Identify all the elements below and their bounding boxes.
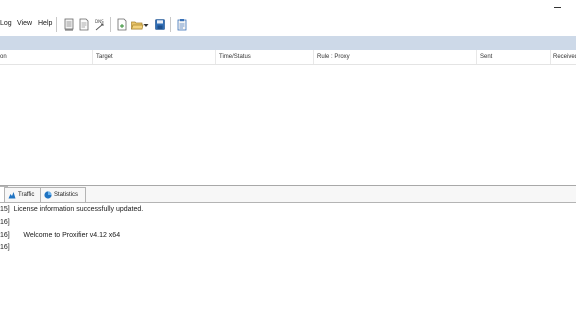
log-line: 15] License information successfully upd… — [0, 206, 144, 213]
svg-text:DNS: DNS — [95, 19, 104, 24]
toolbar-separator — [56, 17, 57, 32]
column-header-rule-proxy[interactable]: Rule : Proxy — [317, 53, 350, 61]
tab-traffic-label: Traffic — [18, 192, 35, 198]
open-dropdown-icon[interactable] — [142, 17, 150, 32]
column-divider[interactable] — [476, 50, 477, 64]
log-file-icon[interactable] — [77, 17, 91, 32]
toolbar-separator — [110, 17, 111, 32]
menu-view[interactable]: View — [17, 19, 32, 28]
bottom-tab-strip: Traffic Statistics — [0, 185, 576, 203]
connections-header: on Target Time/Status Rule : Proxy Sent … — [0, 50, 576, 65]
section-band — [0, 36, 576, 50]
title-bar — [0, 0, 576, 14]
dns-icon[interactable]: DNS — [93, 17, 107, 32]
profile-icon[interactable] — [62, 17, 76, 32]
proxifier-window: Log View Help DNS on Target Time/Status … — [0, 0, 576, 324]
column-divider[interactable] — [215, 50, 216, 64]
column-header-received[interactable]: Received — [553, 53, 576, 61]
tab-statistics-label: Statistics — [54, 192, 79, 198]
tab-traffic[interactable]: Traffic — [4, 187, 43, 202]
tab-statistics[interactable]: Statistics — [40, 187, 86, 202]
column-header-sent[interactable]: Sent — [480, 53, 492, 61]
statistics-icon — [44, 191, 52, 199]
new-profile-icon[interactable] — [115, 17, 129, 32]
connections-list[interactable] — [0, 65, 576, 185]
menu-help[interactable]: Help — [38, 19, 52, 28]
column-divider[interactable] — [313, 50, 314, 64]
minimize-button[interactable] — [546, 0, 576, 14]
log-line: 16] — [0, 244, 10, 251]
menu-log[interactable]: Log — [0, 19, 12, 28]
column-header-target[interactable]: Target — [96, 53, 113, 61]
log-line: 16] Welcome to Proxifier v4.12 x64 — [0, 232, 121, 239]
toolbar-separator — [170, 17, 171, 32]
column-header-application[interactable]: on — [0, 53, 7, 61]
column-header-time-status[interactable]: Time/Status — [219, 53, 251, 61]
save-icon[interactable] — [153, 17, 167, 32]
clipboard-icon[interactable] — [175, 17, 189, 32]
log-pane[interactable]: 15] License information successfully upd… — [0, 203, 576, 324]
column-divider[interactable] — [92, 50, 93, 64]
menu-bar: Log View Help DNS — [0, 14, 576, 36]
log-line: 16] — [0, 219, 10, 226]
traffic-icon — [8, 191, 16, 199]
column-divider[interactable] — [550, 50, 551, 64]
